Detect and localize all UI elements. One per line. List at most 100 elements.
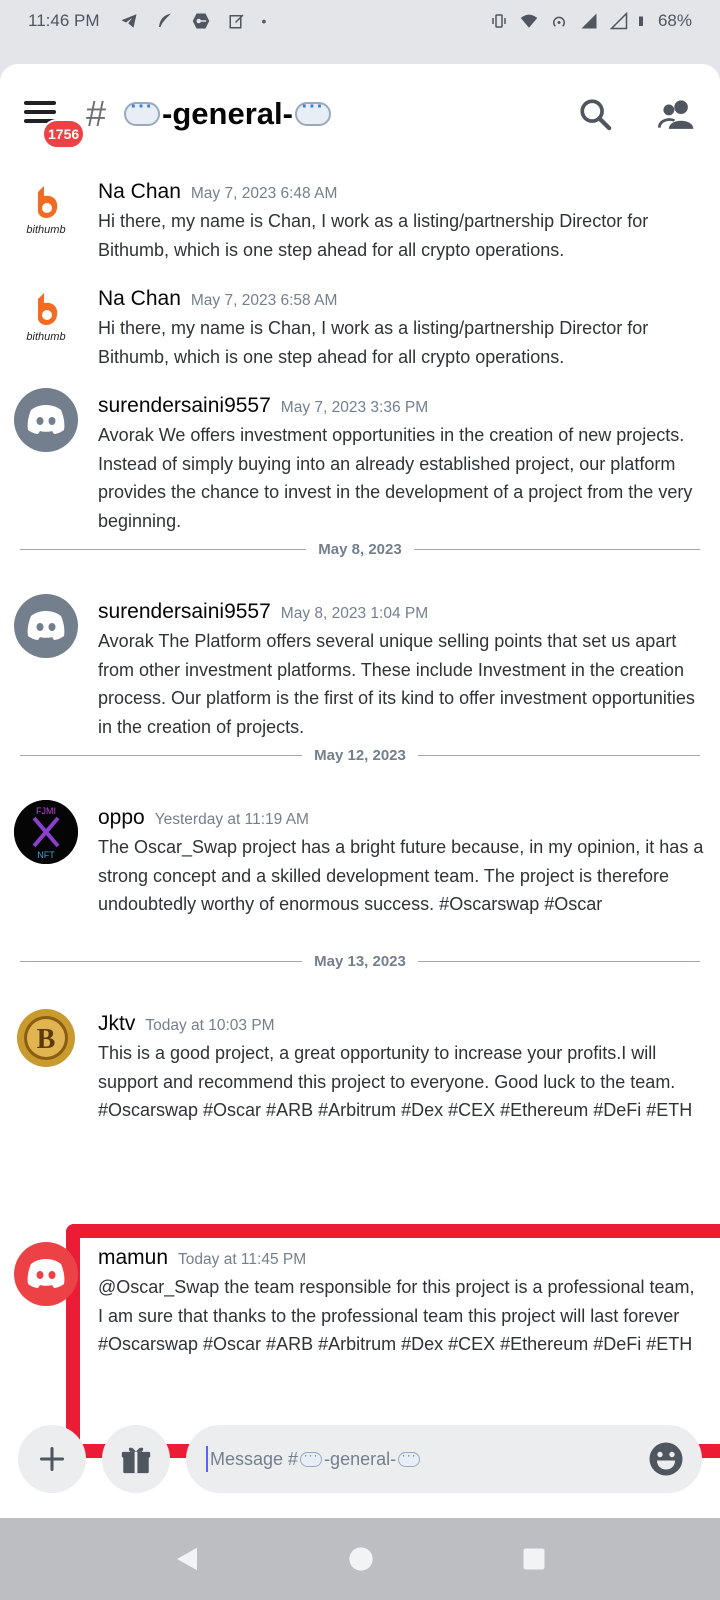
message-content: Hi there, my name is Chan, I work as a l… (98, 207, 704, 264)
gift-button[interactable] (102, 1425, 170, 1493)
speech-bubble-icon (294, 96, 331, 126)
placeholder-channel: -general- (324, 1448, 397, 1469)
message-content: Avorak We offers investment opportunitie… (98, 421, 704, 535)
svg-text:bithumb: bithumb (26, 224, 65, 236)
feather-icon (158, 13, 171, 27)
author-name[interactable]: surendersaini9557 (98, 600, 271, 624)
wifi-icon (520, 14, 538, 28)
status-time: 11:46 PM (28, 11, 100, 30)
author-name[interactable]: mamun (98, 1246, 168, 1270)
channel-name[interactable]: -general- (122, 96, 333, 132)
speech-bubble-icon (300, 1448, 323, 1467)
svg-text:B: B (37, 1024, 56, 1055)
hotspot-icon (552, 16, 565, 27)
add-attachment-button[interactable] (18, 1425, 86, 1493)
author-name[interactable]: surendersaini9557 (98, 394, 271, 418)
message-input-placeholder: Message # -general- (210, 1448, 422, 1470)
timestamp: Yesterday at 11:19 AM (154, 811, 309, 828)
author-name[interactable]: oppo (98, 806, 145, 830)
oppo-avatar-icon: FJMI NFT (14, 800, 78, 864)
avatar[interactable]: FJMI NFT (14, 800, 78, 864)
message-content: The Oscar_Swap project has a bright futu… (98, 833, 704, 919)
signal-icon (581, 13, 597, 29)
timestamp: May 7, 2023 3:36 PM (280, 399, 429, 416)
message-content: This is a good project, a great opportun… (98, 1039, 704, 1162)
message-text: This is a good project, a great opportun… (98, 1043, 676, 1092)
message-text: @Oscar_Swap the team responsible for thi… (98, 1277, 695, 1326)
discord-app: 1756 # -general- bithumb Na Chan May 7, … (0, 64, 720, 1518)
message-hashtags: #Oscarswap #Oscar #ARB #Arbitrum #Dex #C… (98, 1100, 693, 1120)
channel-name-text: -general- (162, 96, 293, 131)
members-icon[interactable] (658, 97, 696, 131)
search-icon[interactable] (578, 97, 612, 131)
avatar[interactable]: B (14, 1006, 78, 1070)
hash-icon: # (86, 93, 107, 134)
speech-bubble-icon (398, 1448, 421, 1467)
channel-header: 1756 # -general- (0, 64, 720, 164)
battery-level: 68% (657, 11, 692, 30)
home-icon[interactable] (347, 1545, 375, 1573)
timestamp: May 7, 2023 6:48 AM (190, 185, 338, 202)
placeholder-prefix: Message # (210, 1448, 299, 1469)
timestamp: May 8, 2023 1:04 PM (280, 605, 429, 622)
recents-icon[interactable] (520, 1545, 548, 1573)
message-text: Hi there, my name is Chan, I work as a l… (98, 318, 649, 367)
date-divider: May 8, 2023 (20, 539, 700, 559)
system-status: 68% (488, 11, 692, 31)
back-icon[interactable] (172, 1544, 202, 1574)
avatar[interactable] (14, 1242, 78, 1306)
author-name[interactable]: Na Chan (98, 180, 181, 204)
message-content: Hi there, my name is Chan, I work as a l… (98, 314, 704, 371)
message-text: Avorak We offers investment opportunitie… (98, 425, 693, 531)
avatar[interactable] (14, 594, 78, 658)
status-bar: 11:46 PM • 68% (0, 0, 720, 42)
notification-icons: • (118, 12, 267, 30)
message-composer: Message # -general- (0, 1404, 720, 1514)
avatar[interactable] (14, 388, 78, 452)
date-divider: May 13, 2023 (20, 951, 700, 971)
date-divider-label: May 8, 2023 (318, 540, 402, 558)
plus-icon (39, 1446, 65, 1472)
timestamp: Today at 10:03 PM (145, 1017, 275, 1034)
bithumb-logo-icon: bithumb (26, 293, 66, 343)
message-content: Avorak The Platform offers several uniqu… (98, 627, 704, 741)
menu-button[interactable]: 1756 (24, 99, 86, 149)
svg-text:bithumb: bithumb (26, 331, 65, 343)
system-navigation-bar (0, 1518, 720, 1600)
unread-badge: 1756 (42, 119, 86, 149)
discord-logo-icon (27, 611, 65, 640)
timestamp: May 7, 2023 6:58 AM (190, 292, 338, 309)
discord-logo-icon (27, 1259, 65, 1288)
edit-note-icon (229, 14, 244, 29)
more-notifications-dot: • (261, 13, 267, 29)
vibrate-icon (492, 14, 506, 28)
message-text: Avorak The Platform offers several uniqu… (98, 631, 695, 737)
emoji-icon[interactable] (648, 1441, 684, 1477)
message-input[interactable]: Message # -general- (186, 1425, 702, 1493)
message-text: Hi there, my name is Chan, I work as a l… (98, 211, 649, 260)
date-divider-label: May 13, 2023 (314, 952, 406, 970)
timestamp: Today at 11:45 PM (178, 1251, 307, 1268)
author-name[interactable]: Na Chan (98, 287, 181, 311)
battery-icon (638, 16, 643, 26)
date-divider: May 12, 2023 (20, 745, 700, 765)
svg-text:NFT: NFT (37, 850, 55, 860)
telegram-icon (121, 14, 137, 28)
speech-bubble-icon (124, 96, 161, 126)
gift-icon (121, 1447, 151, 1474)
discord-logo-icon (27, 405, 65, 434)
text-cursor (206, 1446, 208, 1472)
message-hashtags: #Oscarswap #Oscar #ARB #Arbitrum #Dex #C… (98, 1334, 693, 1354)
avatar[interactable]: bithumb (14, 182, 78, 246)
avatar[interactable]: bithumb (14, 289, 78, 353)
key-icon (192, 13, 209, 29)
bithumb-logo-icon: bithumb (26, 186, 66, 236)
signal-2-icon (609, 12, 628, 30)
author-name[interactable]: Jktv (98, 1012, 135, 1036)
date-divider-label: May 12, 2023 (314, 746, 406, 764)
svg-text:FJMI: FJMI (36, 806, 56, 816)
bitcoin-coin-icon: B (17, 1009, 75, 1067)
message-text: The Oscar_Swap project has a bright futu… (98, 837, 704, 914)
message-content: @Oscar_Swap the team responsible for thi… (98, 1273, 704, 1359)
message-list[interactable]: bithumb Na Chan May 7, 2023 6:48 AM Hi t… (0, 164, 720, 1460)
